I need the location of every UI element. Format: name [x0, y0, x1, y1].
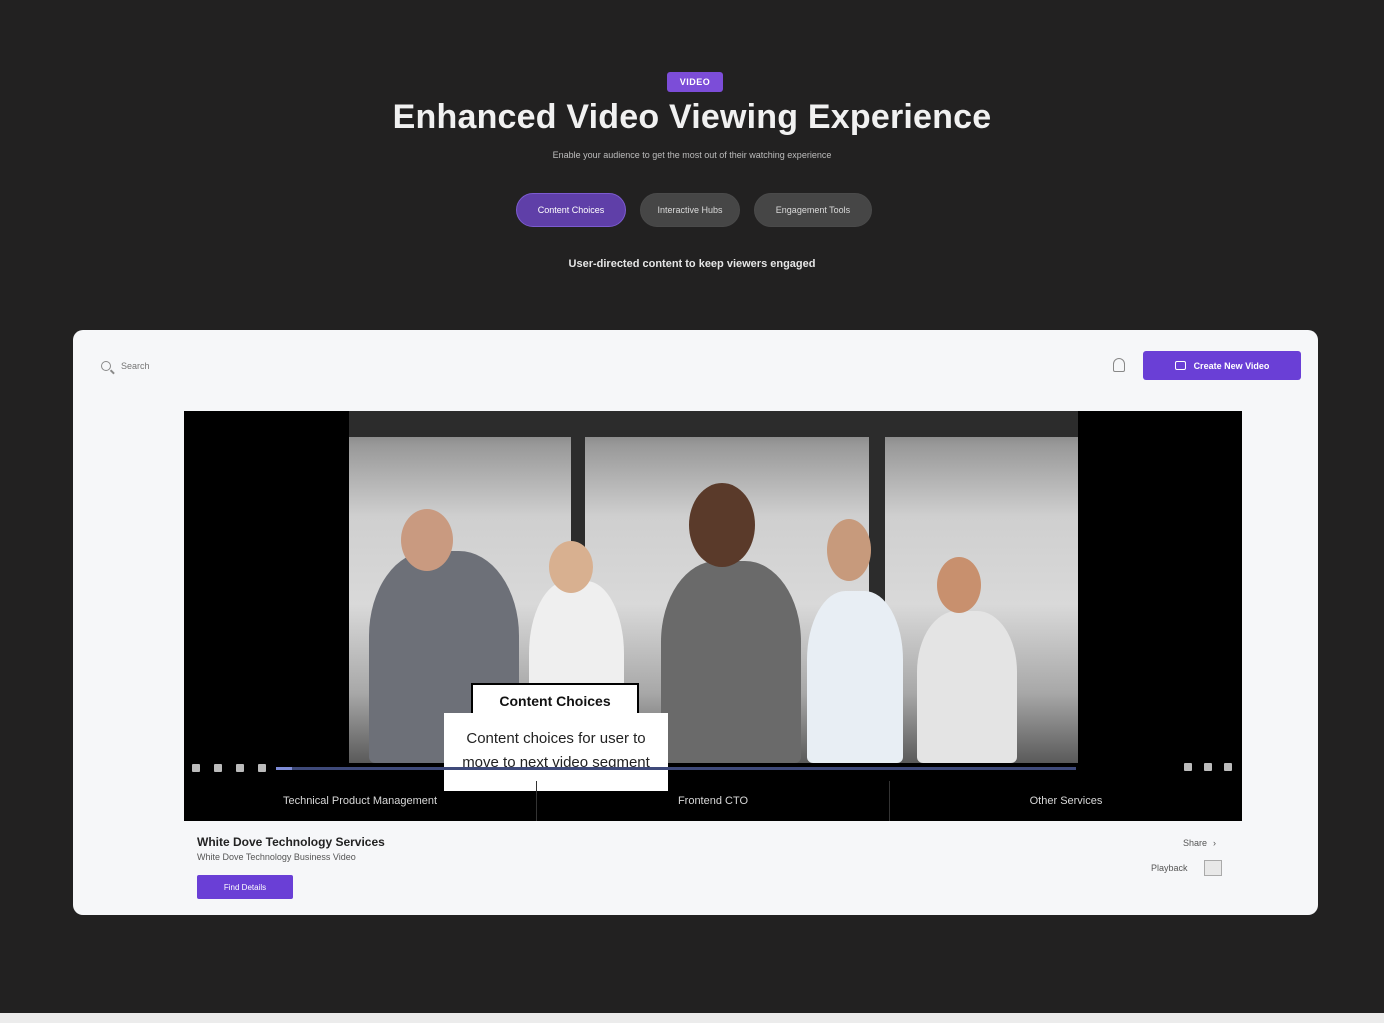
find-details-button[interactable]: Find Details [197, 875, 293, 899]
settings-icon[interactable] [1204, 763, 1212, 771]
tab-content-choices[interactable]: Content Choices [516, 193, 626, 227]
fast-forward-icon[interactable] [236, 764, 244, 772]
rewind-icon[interactable] [214, 764, 222, 772]
video-frame [349, 411, 1078, 763]
person-head [401, 509, 453, 571]
hero-section: VIDEO Enhanced Video Viewing Experience … [0, 0, 1384, 320]
feature-tabs: Content Choices Interactive Hubs Engagem… [516, 193, 872, 227]
volume-icon[interactable] [258, 764, 266, 772]
playback-select[interactable] [1203, 860, 1222, 876]
video-title: White Dove Technology Services [197, 835, 385, 849]
person-head [827, 519, 871, 581]
video-icon [1174, 361, 1186, 370]
tab-interactive-hubs[interactable]: Interactive Hubs [640, 193, 740, 227]
person-head [549, 541, 593, 593]
fullscreen-icon[interactable] [1224, 763, 1232, 771]
create-video-button[interactable]: Create New Video [1143, 351, 1301, 380]
person-figure [661, 561, 801, 763]
player-right-controls [1184, 763, 1232, 771]
search-icon [101, 361, 111, 371]
person-head [937, 557, 981, 613]
tab-engagement-tools[interactable]: Engagement Tools [754, 193, 872, 227]
segment-option-frontend[interactable]: Frontend CTO [537, 781, 890, 821]
tab-caption: User-directed content to keep viewers en… [568, 258, 816, 270]
page-title: Enhanced Video Viewing Experience [392, 98, 992, 136]
chevron-right-icon: › [1213, 838, 1217, 848]
segment-option-technical[interactable]: Technical Product Management [184, 781, 537, 821]
video-player[interactable]: Content Choices Content choices for user… [184, 411, 1242, 821]
captions-icon[interactable] [1184, 763, 1192, 771]
playback-label: Playback [1151, 863, 1188, 873]
share-label: Share [1183, 838, 1208, 848]
search-input[interactable] [119, 360, 719, 372]
person-figure [807, 591, 903, 763]
progress-bar[interactable] [276, 767, 1076, 770]
play-icon[interactable] [192, 764, 200, 772]
segment-option-other[interactable]: Other Services [890, 781, 1242, 821]
person-figure [917, 611, 1017, 763]
person-head [689, 483, 755, 567]
page-subtitle: Enable your audience to get the most out… [552, 150, 832, 160]
video-subtitle: White Dove Technology Business Video [197, 852, 356, 862]
app-preview-card: Create New Video Content Choices Content… [73, 330, 1318, 915]
create-video-label: Create New Video [1193, 360, 1270, 371]
section-badge: VIDEO [667, 72, 723, 92]
playback-setting: Playback [1151, 860, 1222, 876]
share-control[interactable]: Share › [1183, 838, 1216, 848]
window-frame [349, 411, 1078, 437]
segment-choices: Technical Product Management Frontend CT… [184, 781, 1242, 821]
page-footer-edge [0, 1013, 1384, 1023]
choice-overlay-description: Content choices for user to move to next… [444, 713, 668, 791]
notification-bell-icon[interactable] [1113, 358, 1125, 372]
search-bar[interactable] [95, 352, 775, 380]
progress-fill [276, 767, 292, 770]
